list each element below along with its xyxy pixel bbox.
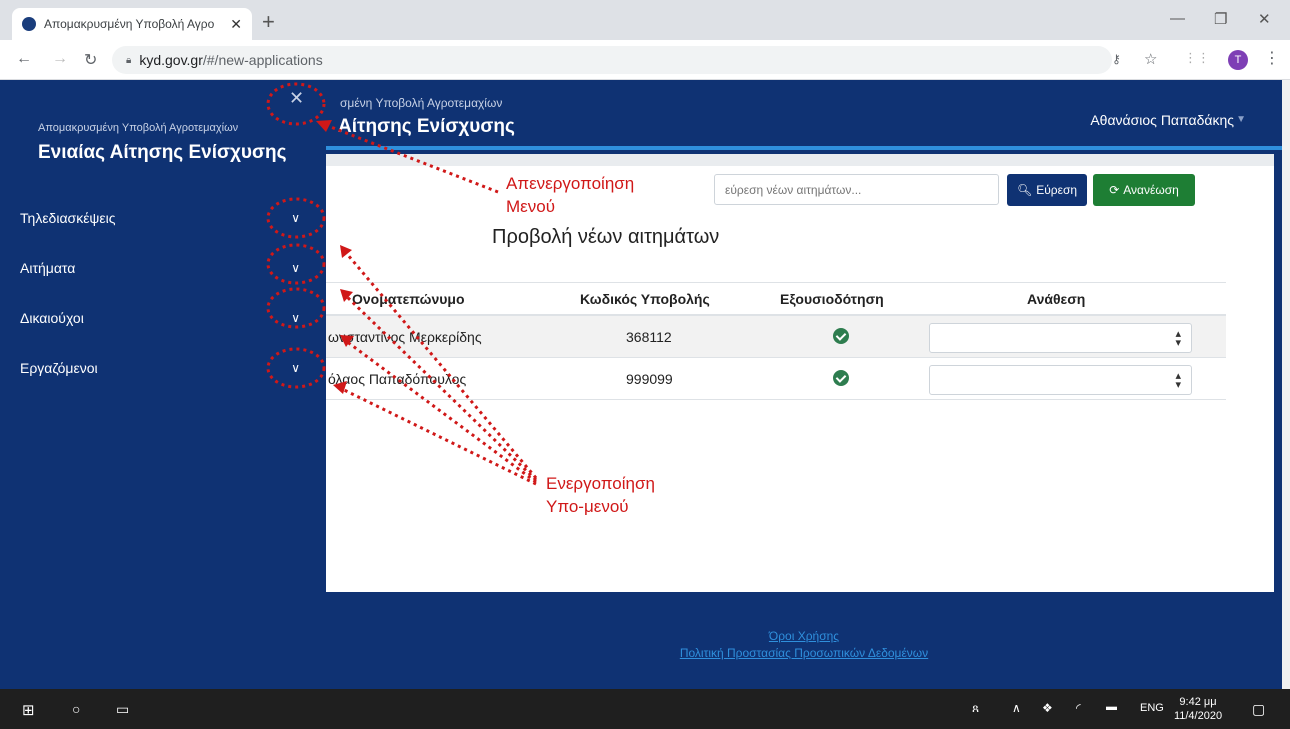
clock[interactable]: 9:42 μμ 11/4/2020 [1172, 695, 1224, 723]
battery-icon[interactable]: ▬ [1106, 701, 1117, 713]
windows-start-icon[interactable]: ⊞ [22, 701, 35, 719]
arrowhead-icon [340, 289, 353, 302]
clock-date: 11/4/2020 [1173, 710, 1223, 722]
annotation-arrow-activate-4 [335, 384, 537, 486]
annotation-arrow-deactivate [317, 120, 499, 194]
language-indicator[interactable]: ENG [1140, 702, 1164, 714]
search-icon[interactable]: ○ [72, 701, 80, 717]
taskbar: ⊞ ○ ▭ ጸ ∧ ❖ ◜ ▬ ENG 9:42 μμ 11/4/2020 ▢ [0, 689, 1290, 729]
people-icon[interactable]: ጸ [972, 701, 979, 716]
annotation-text: Απενεργοποίηση [506, 174, 635, 193]
task-view-icon[interactable]: ▭ [116, 701, 129, 718]
annotation-circle-chevron-3 [266, 287, 326, 329]
annotation-circle-chevron-4 [266, 347, 326, 389]
annotation-circle-close [266, 82, 326, 126]
annotation-arrow-activate-1 [340, 247, 538, 479]
annotation-text: Υπο-μενού [546, 497, 629, 516]
arrowhead-icon [316, 120, 332, 132]
arrowhead-icon [333, 381, 347, 394]
annotation-arrow-activate-3 [341, 336, 537, 484]
dropbox-icon[interactable]: ❖ [1042, 701, 1053, 715]
annotation-text: Ενεργοποίηση [546, 474, 655, 493]
annotation-activate-label: Ενεργοποίηση Υπο-μενού [546, 472, 655, 518]
annotation-overlay [266, 82, 538, 486]
annotation-circle-chevron-1 [266, 197, 326, 239]
annotation-text: Μενού [506, 197, 555, 216]
annotation-arrow-activate-2 [340, 290, 538, 482]
annotation-circle-chevron-2 [266, 243, 326, 285]
notification-icon[interactable]: ▢ [1252, 701, 1265, 718]
wifi-icon[interactable]: ◜ [1076, 701, 1081, 715]
arrowhead-icon [340, 335, 354, 347]
chevron-up-icon[interactable]: ∧ [1012, 701, 1021, 715]
annotation-deactivate-label: Απενεργοποίηση Μενού [506, 172, 634, 218]
clock-time: 9:42 μμ [1179, 696, 1217, 708]
